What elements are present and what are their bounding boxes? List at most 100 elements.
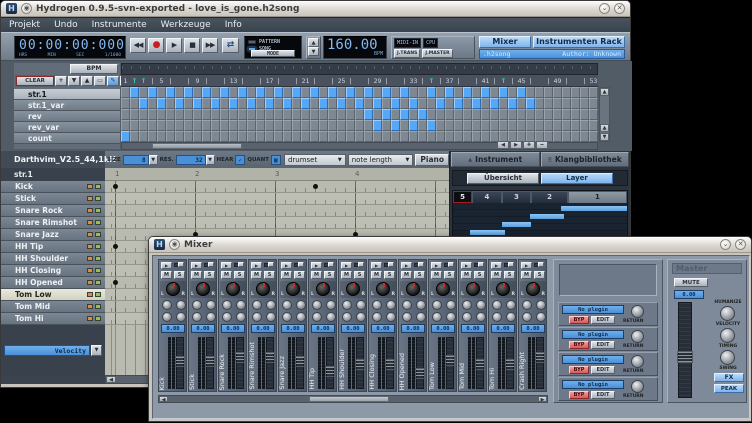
song-grid-cell[interactable] — [247, 120, 256, 131]
song-grid-cell[interactable] — [337, 131, 346, 142]
pan-knob[interactable] — [196, 282, 210, 296]
song-grid-cell[interactable] — [157, 120, 166, 131]
song-grid-cell[interactable] — [544, 120, 553, 131]
fx-return-knob[interactable] — [631, 305, 644, 318]
song-grid-cell[interactable] — [274, 131, 283, 142]
song-grid-cell[interactable] — [148, 109, 157, 120]
pan-knob[interactable] — [466, 282, 480, 296]
song-grid-cell[interactable] — [373, 98, 382, 109]
song-grid-cell[interactable] — [319, 120, 328, 131]
song-grid-cell[interactable] — [562, 120, 571, 131]
pan-knob[interactable] — [526, 282, 540, 296]
strip-play-button[interactable]: ▶ — [401, 262, 412, 269]
song-grid-cell[interactable] — [436, 98, 445, 109]
fx-send-knob[interactable] — [162, 300, 172, 310]
fx-send-knob[interactable] — [282, 312, 292, 322]
song-grid-cell[interactable] — [256, 131, 265, 142]
song-grid-cell[interactable] — [355, 98, 364, 109]
drumset-select[interactable]: drumset▼ — [284, 154, 346, 166]
song-grid-cell[interactable] — [427, 131, 436, 142]
fx-send-knob[interactable] — [492, 300, 502, 310]
song-grid-cell[interactable] — [130, 109, 139, 120]
strip-options-button[interactable] — [268, 262, 274, 267]
song-grid-cell[interactable] — [535, 109, 544, 120]
song-grid-cell[interactable] — [193, 109, 202, 120]
fx-send-knob[interactable] — [282, 300, 292, 310]
strip-mute-button[interactable]: M — [311, 271, 322, 279]
fx-send-knob[interactable] — [492, 312, 502, 322]
mute-led[interactable] — [87, 292, 93, 297]
fx-bypass-button[interactable]: BYP — [569, 366, 589, 374]
show-peaks-button[interactable]: PEAK — [714, 384, 744, 393]
layer-header-cell[interactable]: 3 — [502, 191, 532, 203]
strip-play-button[interactable]: ▶ — [161, 262, 172, 269]
strip-play-button[interactable]: ▶ — [491, 262, 502, 269]
song-grid-cell[interactable] — [364, 131, 373, 142]
song-grid-cell[interactable] — [346, 87, 355, 98]
layer-velocity-bar[interactable] — [502, 222, 532, 227]
song-grid-cell[interactable] — [121, 98, 130, 109]
fx-send-knob[interactable] — [342, 300, 352, 310]
song-grid-cell[interactable] — [544, 98, 553, 109]
note-dot[interactable] — [113, 184, 118, 189]
song-grid-cell[interactable] — [562, 109, 571, 120]
song-grid-cell[interactable] — [292, 98, 301, 109]
song-grid-cell[interactable] — [130, 87, 139, 98]
song-grid-cell[interactable] — [535, 87, 544, 98]
select-mode-icon[interactable]: ▭ — [94, 76, 106, 86]
strip-fader[interactable] — [176, 337, 184, 389]
pan-knob[interactable] — [346, 282, 360, 296]
song-grid-cell[interactable] — [193, 120, 202, 131]
song-grid-cell[interactable] — [418, 87, 427, 98]
swing-knob[interactable] — [720, 350, 735, 365]
strip-fader[interactable] — [416, 337, 424, 389]
layer-velocity-bar[interactable] — [530, 214, 565, 219]
strip-fader[interactable] — [536, 337, 544, 389]
fx-edit-button[interactable]: EDIT — [591, 341, 615, 349]
fx-edit-button[interactable]: EDIT — [591, 366, 615, 374]
fx-send-knob[interactable] — [446, 312, 456, 322]
fader-handle[interactable] — [235, 352, 245, 363]
song-grid-cell[interactable] — [571, 109, 580, 120]
fader-handle[interactable] — [205, 356, 215, 367]
strip-solo-button[interactable]: S — [354, 271, 365, 279]
forward-icon[interactable]: ▶▶ — [202, 38, 218, 53]
song-grid-cell[interactable] — [157, 109, 166, 120]
song-grid-cell[interactable] — [310, 131, 319, 142]
mixer-horizontal-scrollbar[interactable]: ◀ ▶ — [158, 395, 548, 403]
song-grid-cell[interactable] — [211, 98, 220, 109]
song-grid-cell[interactable] — [445, 98, 454, 109]
song-grid-cell[interactable] — [472, 87, 481, 98]
song-grid-cell[interactable] — [382, 109, 391, 120]
fx-bypass-button[interactable]: BYP — [569, 341, 589, 349]
strip-play-button[interactable]: ▶ — [191, 262, 202, 269]
menu-info[interactable]: Info — [225, 20, 242, 30]
fader-handle[interactable] — [677, 351, 693, 363]
strip-options-button[interactable] — [358, 262, 364, 267]
zoom-out-icon[interactable]: ━ — [536, 141, 548, 149]
fx-send-knob[interactable] — [192, 312, 202, 322]
song-grid-cell[interactable] — [247, 109, 256, 120]
song-grid-cell[interactable] — [472, 98, 481, 109]
fx-send-knob[interactable] — [206, 312, 216, 322]
fx-send-knob[interactable] — [522, 300, 532, 310]
strip-options-button[interactable] — [388, 262, 394, 267]
strip-solo-button[interactable]: S — [504, 271, 515, 279]
song-grid-cell[interactable] — [220, 87, 229, 98]
song-grid-cell[interactable] — [553, 109, 562, 120]
song-grid-cell[interactable] — [283, 109, 292, 120]
song-grid-cell[interactable] — [184, 109, 193, 120]
song-grid-cell[interactable] — [571, 120, 580, 131]
fx-send-knob[interactable] — [312, 300, 322, 310]
song-grid-cell[interactable] — [391, 109, 400, 120]
song-grid-cell[interactable] — [499, 87, 508, 98]
fx-send-knob[interactable] — [356, 300, 366, 310]
scroll-right-icon[interactable]: ▶ — [510, 141, 522, 149]
instrument-rack-toggle-button[interactable]: Instrumenten Rack — [533, 36, 625, 48]
draw-mode-icon[interactable]: ✎ — [107, 76, 119, 86]
strip-solo-button[interactable]: S — [384, 271, 395, 279]
strip-fader[interactable] — [296, 337, 304, 389]
song-grid-cell[interactable] — [454, 98, 463, 109]
note-grid-row[interactable] — [105, 205, 449, 217]
song-grid-cell[interactable] — [427, 109, 436, 120]
